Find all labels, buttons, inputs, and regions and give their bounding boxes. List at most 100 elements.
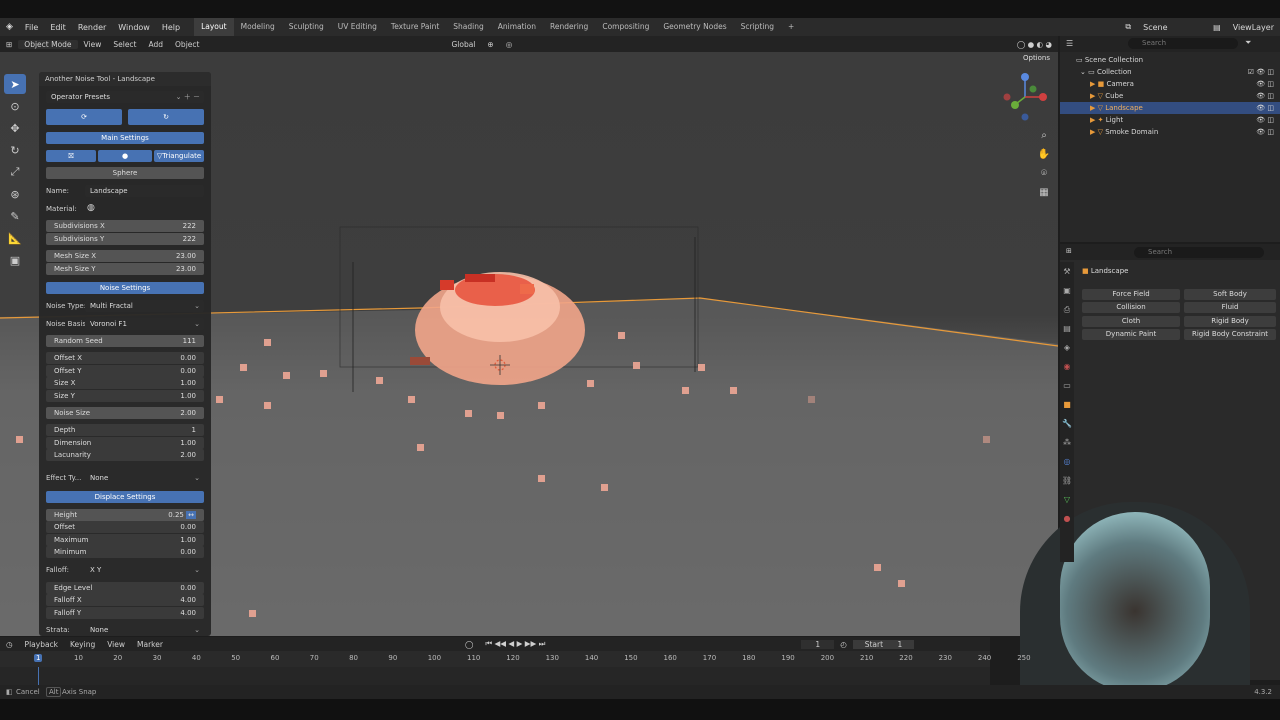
lacunarity-field[interactable]: Lacunarity 2.00 — [46, 449, 204, 461]
outliner-search-input[interactable]: Search — [1128, 38, 1238, 49]
effect-type-dropdown[interactable]: None ⌄ — [85, 472, 204, 484]
mode-selector[interactable]: Object Mode — [18, 39, 78, 49]
mesh-size-y-field[interactable]: Mesh Size Y 23.00 — [46, 263, 204, 275]
navigation-gizmo[interactable] — [1003, 73, 1048, 121]
maximum-field[interactable]: Maximum 1.00 — [46, 534, 204, 546]
rigid-body-button[interactable]: Rigid Body — [1184, 316, 1276, 327]
tab-modeling[interactable]: Modeling — [234, 18, 282, 36]
blender-logo-icon[interactable]: ◈ — [0, 22, 19, 32]
tab-animation[interactable]: Animation — [491, 18, 543, 36]
render-tab-icon[interactable]: ▣ — [1060, 281, 1074, 300]
regenerate-button[interactable]: ↻ — [128, 109, 204, 125]
falloff-y-field[interactable]: Falloff Y 4.00 — [46, 607, 204, 619]
subdivisions-y-field[interactable]: Subdivisions Y 222 — [46, 233, 204, 245]
cloth-button[interactable]: Cloth — [1082, 316, 1180, 327]
zoom-icon[interactable]: ⌕ — [1036, 126, 1052, 145]
soft-body-button[interactable]: Soft Body — [1184, 289, 1276, 300]
force-field-button[interactable]: Force Field — [1082, 289, 1180, 300]
output-tab-icon[interactable]: ⎙ — [1060, 300, 1074, 319]
add-workspace-button[interactable]: + — [781, 18, 801, 36]
outliner-item-camera[interactable]: ▶ ■ Camera 👁 ◫ — [1060, 78, 1280, 90]
visibility-icons[interactable]: ☑ 👁 ◫ — [1248, 66, 1274, 78]
triangulate-toggle[interactable]: ▽Triangulate — [154, 150, 204, 162]
tab-shading[interactable]: Shading — [446, 18, 490, 36]
fluid-button[interactable]: Fluid — [1184, 302, 1276, 313]
size-y-field[interactable]: Size Y 1.00 — [46, 390, 204, 402]
menu-help[interactable]: Help — [156, 23, 186, 32]
perspective-grid-icon[interactable]: ▦ — [1036, 183, 1052, 202]
menu-window[interactable]: Window — [112, 23, 156, 32]
menu-playback[interactable]: Playback — [19, 640, 64, 649]
timeline-editor-icon[interactable]: ◷ — [0, 640, 19, 649]
properties-editor-icon[interactable]: ⊞ — [1066, 247, 1072, 255]
menu-view[interactable]: View — [78, 40, 108, 49]
visibility-icons[interactable]: 👁 ◫ — [1256, 78, 1274, 90]
refresh-button[interactable]: ⟳ — [46, 109, 122, 125]
falloff-x-field[interactable]: Falloff X 4.00 — [46, 594, 204, 606]
add-cube-tool-icon[interactable]: ▣ — [4, 250, 26, 270]
menu-render[interactable]: Render — [72, 23, 112, 32]
transform-tool-icon[interactable]: ⊛ — [4, 184, 26, 204]
scene-tab-icon[interactable]: ◈ — [1060, 338, 1074, 357]
tab-uv-editing[interactable]: UV Editing — [331, 18, 384, 36]
data-tab-icon[interactable]: ▽ — [1060, 490, 1074, 509]
mesh-size-x-field[interactable]: Mesh Size X 23.00 — [46, 250, 204, 262]
material-icon[interactable]: ◍ — [87, 203, 95, 213]
depth-field[interactable]: Depth 1 — [46, 424, 204, 436]
noise-type-dropdown[interactable]: Multi Fractal ⌄ — [85, 300, 204, 312]
offset-y-field[interactable]: Offset Y 0.00 — [46, 365, 204, 377]
minimum-field[interactable]: Minimum 0.00 — [46, 546, 204, 558]
visibility-icons[interactable]: 👁 ◫ — [1256, 102, 1274, 114]
properties-search-input[interactable]: Search — [1134, 247, 1264, 258]
outliner-item-smoke-domain[interactable]: ▶ ▽ Smoke Domain 👁 ◫ — [1060, 126, 1280, 138]
displace-offset-field[interactable]: Offset 0.00 — [46, 521, 204, 533]
random-seed-field[interactable]: Random Seed 111 — [46, 335, 204, 347]
tab-scripting[interactable]: Scripting — [734, 18, 781, 36]
menu-file[interactable]: File — [19, 23, 44, 32]
falloff-dropdown[interactable]: X Y ⌄ — [85, 564, 204, 576]
constraints-tab-icon[interactable]: ⛓ — [1060, 471, 1074, 490]
panel-title[interactable]: Another Noise Tool - Landscape — [39, 72, 211, 86]
tab-sculpting[interactable]: Sculpting — [282, 18, 331, 36]
menu-view-timeline[interactable]: View — [101, 640, 131, 649]
menu-marker[interactable]: Marker — [131, 640, 169, 649]
outliner-scene-collection[interactable]: ▭ Scene Collection — [1060, 54, 1280, 66]
view-layer-tab-icon[interactable]: ▤ — [1060, 319, 1074, 338]
object-tab-icon[interactable]: ■ — [1060, 395, 1074, 414]
rigid-body-constraint-button[interactable]: Rigid Body Constraint — [1184, 329, 1276, 340]
menu-add[interactable]: Add — [143, 40, 170, 49]
menu-keying[interactable]: Keying — [64, 640, 101, 649]
current-frame-field[interactable]: 1 — [801, 639, 835, 649]
visibility-icons[interactable]: 👁 ◫ — [1256, 90, 1274, 102]
timeline-ruler[interactable]: 1 10 20 30 40 50 60 70 80 90 100 110 120 130 140 150 160… — [0, 651, 1031, 667]
presets-add-icon[interactable]: ⌄ ＋ － — [176, 91, 200, 103]
rotate-tool-icon[interactable]: ↻ — [4, 140, 26, 160]
strata-dropdown[interactable]: None ⌄ — [85, 624, 204, 636]
snap-icon[interactable]: ⊕ — [481, 40, 499, 49]
outliner-collection[interactable]: ⌄ ▭ Collection ☑ 👁 ◫ — [1060, 66, 1280, 78]
menu-select[interactable]: Select — [107, 40, 142, 49]
visibility-icons[interactable]: 👁 ◫ — [1256, 126, 1274, 138]
scene-name[interactable]: Scene — [1137, 23, 1207, 32]
record-icon[interactable]: ◯ — [459, 640, 479, 649]
particles-tab-icon[interactable]: ⁂ — [1060, 433, 1074, 452]
displace-settings-button[interactable]: Displace Settings — [46, 491, 204, 503]
measure-tool-icon[interactable]: 📐 — [4, 228, 26, 248]
annotate-tool-icon[interactable]: ✎ — [4, 206, 26, 226]
timeline-body[interactable] — [0, 667, 990, 685]
noise-basis-dropdown[interactable]: Voronoi F1 ⌄ — [85, 318, 204, 330]
scale-tool-icon[interactable]: ⤢ — [4, 162, 26, 182]
options-dropdown[interactable]: Options — [1023, 54, 1050, 62]
outliner-item-light[interactable]: ▶ ✦ Light 👁 ◫ — [1060, 114, 1280, 126]
dynamic-paint-button[interactable]: Dynamic Paint — [1082, 329, 1180, 340]
dimension-field[interactable]: Dimension 1.00 — [46, 437, 204, 449]
physics-tab-icon[interactable]: ◎ — [1060, 452, 1074, 471]
name-input[interactable]: Landscape — [85, 185, 204, 197]
collision-button[interactable]: Collision — [1082, 302, 1180, 313]
start-field[interactable]: Start 1 — [852, 639, 915, 649]
camera-view-icon[interactable]: ⌾ — [1036, 164, 1052, 183]
subdivisions-x-field[interactable]: Subdivisions X 222 — [46, 220, 204, 232]
material-tab-icon[interactable]: ● — [1060, 509, 1074, 528]
tab-rendering[interactable]: Rendering — [543, 18, 595, 36]
menu-object[interactable]: Object — [169, 40, 205, 49]
